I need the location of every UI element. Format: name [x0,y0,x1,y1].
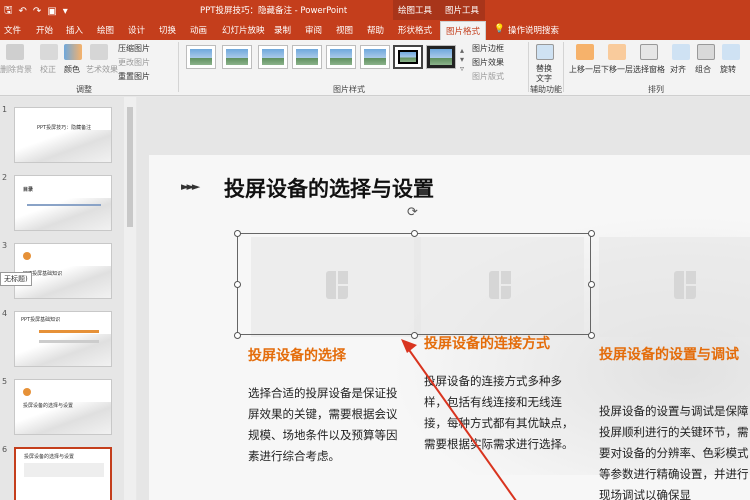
group-icon[interactable] [697,44,715,60]
slide-thumbnail[interactable]: 目录 [14,175,112,231]
tab-design[interactable]: 设计 [128,24,145,36]
thumbnail-title: 投屏设备的选择与设置 [24,454,75,460]
undo-icon[interactable]: ↶ [19,6,27,17]
adjust-group-label: 调整 [76,85,92,94]
rotate-button[interactable]: 旋转 [720,64,736,75]
slide-thumbnail-selected[interactable]: 投屏设备的选择与设置 [14,447,112,500]
correct-icon[interactable] [40,44,58,60]
slide-number: 3 [2,241,8,250]
picture-style-8[interactable] [426,45,456,69]
tab-slideshow[interactable]: 幻灯片放映 [222,24,265,36]
arrange-group-label: 排列 [648,85,664,94]
save-icon[interactable]: 🖫 [4,3,13,20]
alt-text-icon[interactable] [536,44,554,60]
align-icon[interactable] [672,44,690,60]
picture-style-5[interactable] [326,45,356,69]
thumbnail-title: PPT投屏基础知识 [21,317,61,323]
picture-layout-button[interactable]: 图片版式 [472,71,504,82]
compress-pictures-button[interactable]: 压缩图片 [118,43,150,54]
artistic-effects-button[interactable]: 艺术效果 [86,64,118,75]
selection-pane-icon[interactable] [640,44,658,60]
annotation-arrow [401,339,517,500]
change-picture-button[interactable]: 更改图片 [118,57,150,68]
customize-icon[interactable]: ▾ [63,6,68,17]
tab-review[interactable]: 审阅 [305,24,322,36]
tab-picture-format[interactable]: 图片格式 [440,21,487,40]
ribbon-tabs: 文件 开始 插入 绘图 设计 切换 动画 幻灯片放映 录制 审阅 视图 帮助 形… [0,20,750,40]
slide-number: 5 [2,377,8,386]
picture-style-4[interactable] [292,45,322,69]
send-backward-button[interactable]: 下移一层 [601,64,633,75]
thumbnail-scrollbar[interactable] [124,97,136,500]
slide-number: 2 [2,173,8,182]
divider [178,42,179,92]
picture-style-1[interactable] [186,45,216,69]
scrollbar-thumb[interactable] [127,107,133,227]
present-icon[interactable]: ▣ [47,6,56,17]
color-icon[interactable] [64,44,82,60]
picture-border-button[interactable]: 图片边框 [472,43,504,54]
thumbnail-title: PPT投屏技巧：隐藏备注 [37,125,92,131]
reset-picture-button[interactable]: 重置图片 [118,71,150,82]
drawing-tools-label: 绘图工具 [398,6,433,16]
tab-record[interactable]: 录制 [274,24,291,36]
slide-thumbnail[interactable]: PPT投屏基础知识 [14,311,112,367]
slide-number: 1 [2,105,8,114]
remove-background-icon[interactable] [6,44,24,60]
selection-pane-button[interactable]: 选择窗格 [633,64,665,75]
tell-me-search[interactable]: 操作说明搜索 [508,24,559,36]
tab-shape-format[interactable]: 形状格式 [398,24,432,36]
bring-forward-icon[interactable] [576,44,594,60]
bring-forward-button[interactable]: 上移一层 [569,64,601,75]
slide-canvas: ►►► 投屏设备的选择与设置 ⟳ 投屏设备的选择 投屏设备的连接方式 投屏设备的… [137,97,750,500]
tab-insert[interactable]: 插入 [66,24,83,36]
picture-style-6[interactable] [360,45,390,69]
tab-view[interactable]: 视图 [336,24,353,36]
alt-text-button[interactable]: 替换文字 [536,64,556,84]
slide-thumbnail[interactable]: PPT投屏技巧：隐藏备注 [14,107,112,163]
divider [563,42,564,92]
correct-button[interactable]: 校正 [40,64,56,75]
slide-thumbnail[interactable]: PPT投屏基础知识 [14,243,112,299]
picture-styles-group-label: 图片样式 [333,85,365,94]
remove-background-button[interactable]: 删除背景 [0,64,32,75]
styles-more-icon[interactable]: ▴ ▾ ▿ [460,46,464,73]
rotate-icon[interactable] [722,44,740,60]
tab-home[interactable]: 开始 [36,24,53,36]
lightbulb-icon: 💡 [494,24,505,34]
title-bar: 🖫 ↶ ↷ ▣ ▾ PPT投屏技巧：隐藏备注 - PowerPoint 绘图工具… [0,0,750,40]
slide[interactable]: ►►► 投屏设备的选择与设置 ⟳ 投屏设备的选择 投屏设备的连接方式 投屏设备的… [149,155,750,500]
slide-number: 4 [2,309,8,318]
tab-file[interactable]: 文件 [4,24,21,36]
align-button[interactable]: 对齐 [670,64,686,75]
tooltip: 无标题) [0,272,32,286]
window-title: PPT投屏技巧：隐藏备注 - PowerPoint [200,6,348,16]
picture-style-7[interactable] [393,45,423,69]
color-button[interactable]: 颜色 [64,64,80,75]
picture-style-3[interactable] [258,45,288,69]
tab-help[interactable]: 帮助 [367,24,384,36]
redo-icon[interactable]: ↷ [33,6,41,17]
thumbnail-title: 目录 [23,187,34,193]
ribbon: 删除背景 校正 颜色 艺术效果 压缩图片 更改图片 重置图片 调整 ▴ ▾ ▿ 图片… [0,40,750,96]
accessibility-group-label: 辅助功能 [530,85,562,94]
slide-number: 6 [2,445,8,454]
picture-style-2[interactable] [222,45,252,69]
slide-thumbnail-pane: 1 PPT投屏技巧：隐藏备注 2 目录 3 PPT投屏基础知识 4 PPT投屏基… [0,97,136,500]
quick-access-toolbar: 🖫 ↶ ↷ ▣ ▾ [4,3,68,20]
group-button[interactable]: 组合 [695,64,711,75]
tab-draw[interactable]: 绘图 [97,24,114,36]
picture-tools-label: 图片工具 [445,6,480,16]
picture-effects-button[interactable]: 图片效果 [472,57,504,68]
tab-transitions[interactable]: 切换 [159,24,176,36]
send-backward-icon[interactable] [608,44,626,60]
artistic-effects-icon[interactable] [90,44,108,60]
divider [528,42,529,92]
tab-animations[interactable]: 动画 [190,24,207,36]
thumbnail-title: 投屏设备的选择与设置 [23,403,74,409]
slide-thumbnail[interactable]: 投屏设备的选择与设置 [14,379,112,435]
